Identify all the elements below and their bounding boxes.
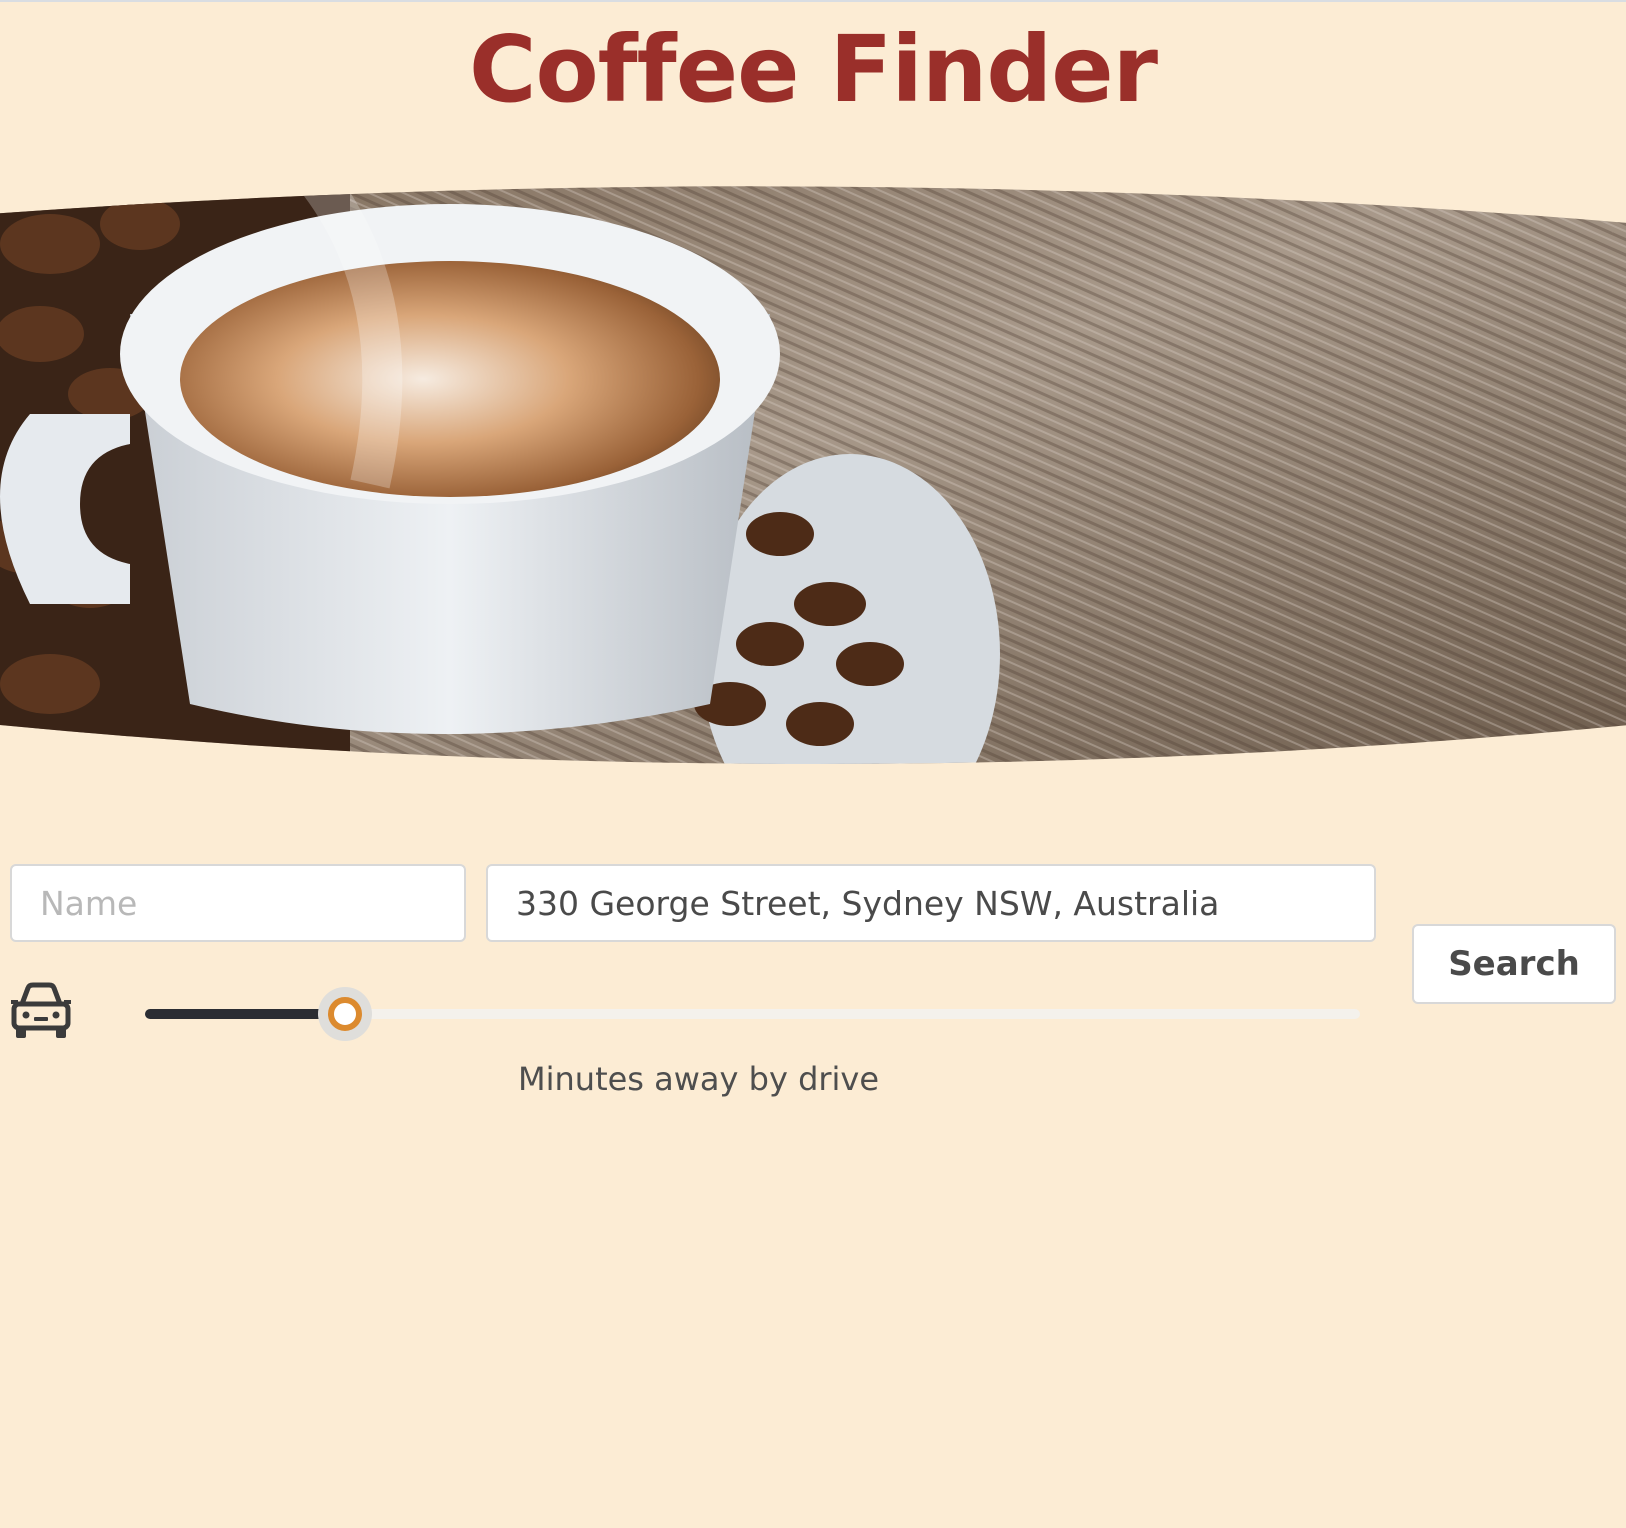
page-title: Coffee Finder bbox=[468, 16, 1158, 123]
coffee-cup-image bbox=[0, 186, 1626, 765]
name-input[interactable] bbox=[10, 864, 466, 942]
hero-image bbox=[0, 184, 1626, 784]
slider-thumb[interactable] bbox=[318, 987, 373, 1041]
slider-fill bbox=[145, 1009, 346, 1019]
slider-thumb-ring bbox=[328, 997, 363, 1031]
location-input[interactable] bbox=[486, 864, 1376, 942]
car-icon bbox=[10, 982, 72, 1040]
search-button[interactable]: Search bbox=[1412, 924, 1616, 1004]
drive-time-slider[interactable] bbox=[145, 987, 1360, 1041]
slider-caption: Minutes away by drive bbox=[518, 1060, 880, 1098]
